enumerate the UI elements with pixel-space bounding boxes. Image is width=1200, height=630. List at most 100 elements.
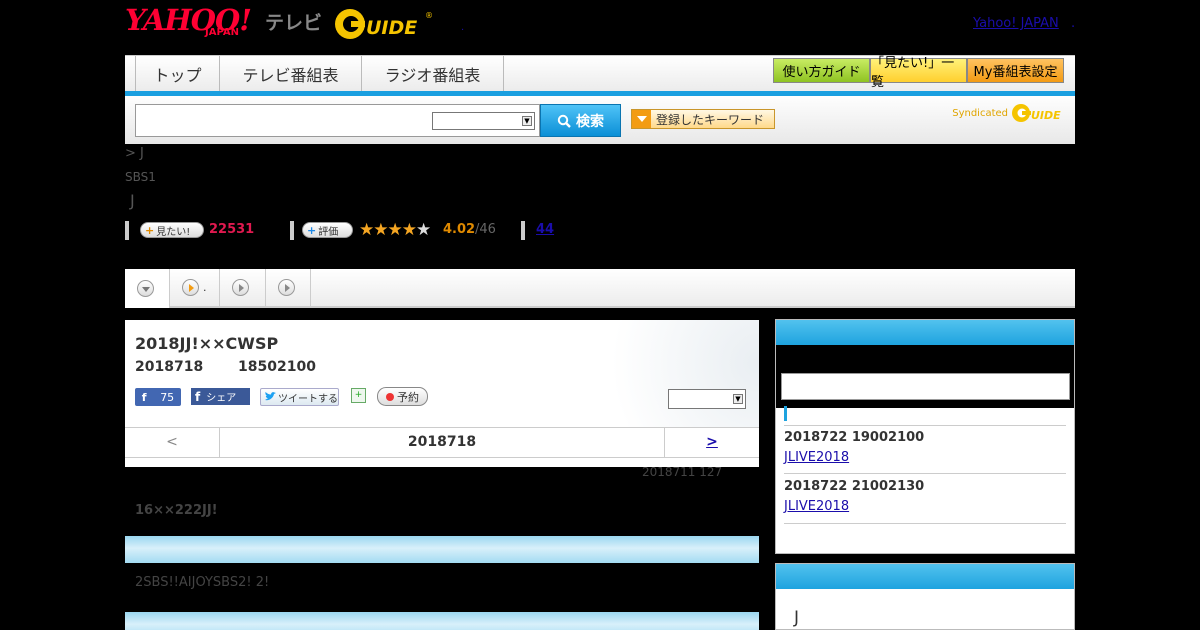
divider bbox=[784, 523, 1066, 524]
episode-pager: < 2018718 > bbox=[125, 427, 759, 458]
sidebar-box-2-text: J bbox=[794, 608, 800, 628]
search-bar: ▼ 検索 登録したキーワード Syndicated UIDE bbox=[125, 96, 1075, 144]
syndicated-label: Syndicated bbox=[952, 107, 1008, 119]
schedule-link[interactable]: JLIVE2018 bbox=[784, 499, 849, 514]
divider bbox=[290, 221, 294, 240]
rating-value: 4.02 bbox=[443, 222, 476, 237]
channel-name: SBS1 bbox=[125, 170, 156, 184]
tweet-button[interactable]: ツイートする bbox=[260, 388, 339, 406]
section-header-band bbox=[125, 612, 759, 630]
tweet-label: ツイートする bbox=[278, 393, 338, 405]
pager-prev[interactable]: < bbox=[125, 428, 220, 457]
facebook-share-label: シェア bbox=[206, 393, 237, 404]
sidebar-box-header bbox=[776, 564, 1074, 589]
header-dot-mid: . bbox=[461, 22, 465, 33]
facebook-like-count: 75 bbox=[160, 390, 175, 404]
sidebar-list: 2018722 19002100 JLIVE2018 2018722 21002… bbox=[776, 408, 1074, 553]
gguide-logo[interactable]: UIDE ® bbox=[334, 7, 432, 41]
search-button-label: 検索 bbox=[576, 113, 604, 130]
play-icon bbox=[278, 279, 295, 296]
review-count-link[interactable]: 44 bbox=[536, 222, 554, 237]
want-list-button[interactable]: 「見たい!」一覧 bbox=[870, 56, 967, 90]
nav-tab-top[interactable]: トップ bbox=[135, 56, 220, 91]
schedule-time: 2018722 21002130 bbox=[784, 479, 925, 494]
section-header-band bbox=[125, 536, 759, 563]
play-icon bbox=[232, 279, 249, 296]
want-to-watch-button[interactable]: + 見たい! bbox=[140, 222, 204, 238]
episode-time: 18502100 bbox=[238, 359, 316, 375]
sidebar-schedule-box: 2018722 19002100 JLIVE2018 2018722 21002… bbox=[775, 319, 1075, 554]
yahoo-japan-link[interactable]: Yahoo! JAPAN bbox=[973, 16, 1059, 31]
gguide-small-logo: UIDE bbox=[1012, 104, 1061, 122]
page: YAHOO! JAPAN テレビ UIDE ® . Yahoo! JAPAN .… bbox=[0, 0, 1200, 630]
chevron-down-icon: ▼ bbox=[522, 116, 532, 126]
rate-button-label: 評価 bbox=[318, 226, 339, 238]
play-icon bbox=[182, 279, 199, 296]
sidebar-input[interactable] bbox=[781, 373, 1070, 400]
plus-icon: + bbox=[145, 223, 155, 237]
nav-tab-radio-listings[interactable]: ラジオ番組表 bbox=[362, 56, 504, 91]
header-dot: . bbox=[1071, 16, 1076, 31]
search-button[interactable]: 検索 bbox=[540, 104, 621, 137]
episode-date: 2018718 bbox=[135, 359, 204, 375]
divider bbox=[784, 473, 1066, 474]
svg-text:®: ® bbox=[425, 11, 432, 20]
nav-tab-tv-listings[interactable]: テレビ番組表 bbox=[220, 56, 362, 91]
reserve-label: 予約 bbox=[397, 390, 419, 404]
star-empty-icon: ★ bbox=[415, 220, 431, 240]
registered-keywords-button[interactable]: 登録したキーワード bbox=[631, 109, 775, 129]
rating-total: /46 bbox=[475, 222, 496, 237]
yahoo-japan-logo-text: JAPAN bbox=[205, 27, 239, 38]
episode-summary: 16××222JJ! bbox=[135, 503, 218, 518]
want-to-watch-label: 見たい! bbox=[156, 226, 191, 238]
divider bbox=[125, 221, 129, 240]
program-title: J bbox=[130, 191, 135, 210]
episode-select[interactable]: ▼ bbox=[668, 389, 746, 409]
sidebar-box-header bbox=[776, 320, 1074, 345]
tab-episodes[interactable] bbox=[125, 269, 170, 308]
tv-logo[interactable]: テレビ bbox=[265, 8, 322, 35]
updated-info: 2018711 127 bbox=[642, 465, 723, 479]
search-category-select[interactable]: ▼ bbox=[432, 112, 535, 130]
main-nav: トップ テレビ番組表 ラジオ番組表 使い方ガイド 「見たい!」一覧 My番組表設… bbox=[125, 55, 1075, 96]
twitter-bird-icon bbox=[265, 392, 276, 401]
pager-next-link[interactable]: > bbox=[664, 428, 759, 457]
schedule-link[interactable]: JLIVE2018 bbox=[784, 450, 849, 465]
divider bbox=[521, 221, 525, 240]
want-count: 22531 bbox=[209, 222, 255, 237]
divider bbox=[784, 425, 1066, 426]
tab-2[interactable]: . bbox=[170, 269, 220, 306]
facebook-icon: f bbox=[195, 389, 201, 404]
chevron-down-icon bbox=[137, 280, 154, 297]
breadcrumb: > J bbox=[125, 146, 144, 161]
facebook-like-button[interactable]: f 75 bbox=[135, 388, 181, 406]
chevron-down-icon: ▼ bbox=[733, 394, 743, 404]
syndicated-gguide: Syndicated UIDE bbox=[952, 102, 1067, 124]
my-listings-settings-button[interactable]: My番組表設定 bbox=[967, 58, 1064, 83]
pager-current-date: 2018718 bbox=[407, 434, 477, 450]
tab-label: . bbox=[203, 281, 207, 294]
svg-text:UIDE: UIDE bbox=[1031, 109, 1061, 122]
search-icon bbox=[557, 114, 571, 128]
reserve-button[interactable]: 予約 bbox=[377, 387, 428, 406]
schedule-time: 2018722 19002100 bbox=[784, 430, 925, 445]
calendar-add-icon[interactable]: + bbox=[351, 388, 366, 403]
tab-3[interactable] bbox=[220, 269, 266, 306]
tab-4[interactable] bbox=[266, 269, 311, 306]
star-icon: ★★★★ bbox=[359, 220, 417, 240]
facebook-icon: f bbox=[141, 390, 147, 404]
guide-button[interactable]: 使い方ガイド bbox=[773, 58, 870, 83]
triangle-down-icon bbox=[632, 110, 651, 128]
episode-title: 2018JJ!××CWSP bbox=[135, 334, 279, 353]
sidebar-box-2: J bbox=[775, 563, 1075, 630]
list-accent bbox=[784, 406, 787, 421]
decoration bbox=[559, 320, 759, 427]
rate-button[interactable]: + 評価 bbox=[302, 222, 353, 238]
rating-stars: ★★★★★ bbox=[359, 220, 431, 240]
program-tabs: . bbox=[125, 269, 1075, 308]
svg-text:UIDE: UIDE bbox=[366, 17, 417, 39]
episode-card: 2018JJ!××CWSP 2018718 18502100 f 75 f シェ… bbox=[125, 320, 759, 467]
record-icon bbox=[386, 392, 394, 401]
plus-icon: + bbox=[307, 223, 317, 237]
facebook-share-button[interactable]: f シェア bbox=[191, 388, 250, 405]
